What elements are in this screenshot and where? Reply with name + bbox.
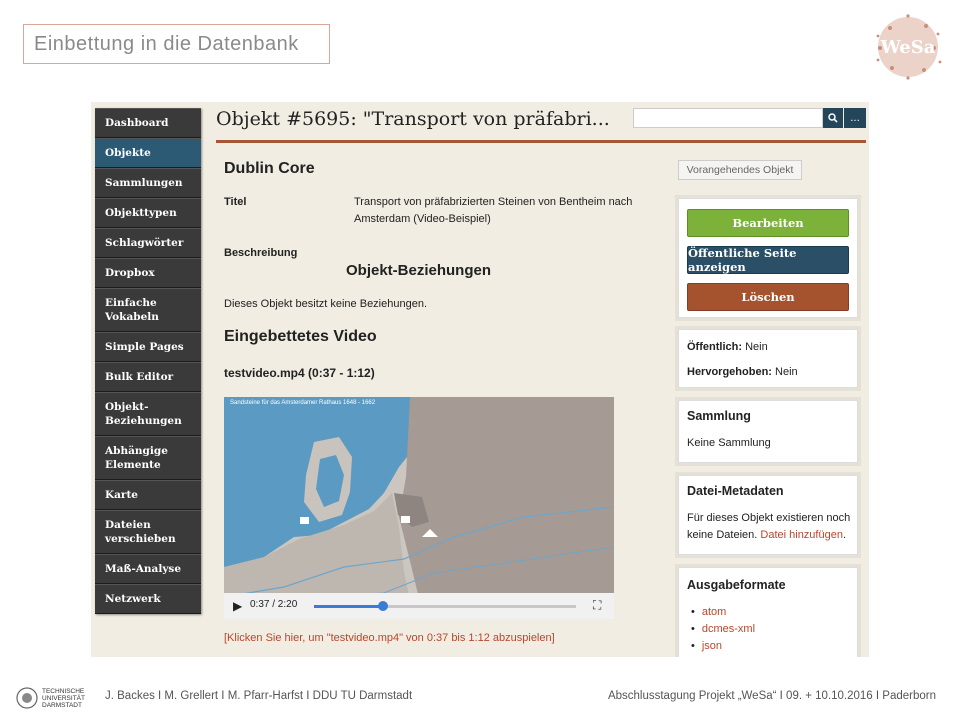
embedded-video-heading: Eingebettetes Video bbox=[224, 328, 377, 345]
search-options-button[interactable]: ... bbox=[844, 108, 866, 128]
add-file-link[interactable]: Datei hinzufügen bbox=[760, 529, 843, 541]
sidebar-item-objekttypen[interactable]: Objekttypen bbox=[95, 198, 201, 228]
title-divider bbox=[216, 140, 866, 143]
sidebar-item-simple-pages[interactable]: Simple Pages bbox=[95, 332, 201, 362]
tu-line-3: DARMSTADT bbox=[42, 701, 82, 709]
tu-darmstadt-logo: TECHNISCHE UNIVERSITÄT DARMSTADT bbox=[16, 682, 96, 714]
progress-handle[interactable] bbox=[378, 601, 388, 611]
video-controls: ▶ 0:37 / 2:20 ⛶ bbox=[224, 593, 614, 619]
relations-heading: Objekt-Beziehungen bbox=[346, 262, 492, 279]
featured-label: Hervorgehoben: bbox=[687, 366, 772, 378]
slide-title: Einbettung in die Datenbank bbox=[23, 24, 330, 64]
format-link-atom[interactable]: atom bbox=[691, 606, 726, 618]
fullscreen-icon[interactable]: ⛶ bbox=[593, 598, 601, 613]
tu-line-1: TECHNISCHE bbox=[42, 687, 85, 695]
sidebar-item-bulk-editor[interactable]: Bulk Editor bbox=[95, 362, 201, 392]
sidebar-item-sammlungen[interactable]: Sammlungen bbox=[95, 168, 201, 198]
video-player[interactable]: Sandsteine für das Amsterdamer Rathaus 1… bbox=[224, 397, 614, 619]
admin-sidebar: Dashboard Objekte Sammlungen Objekttypen… bbox=[95, 108, 201, 614]
video-time: 0:37 / 2:20 bbox=[250, 599, 298, 610]
footer-event: Abschlusstagung Projekt „WeSa“ I 09. + 1… bbox=[607, 690, 936, 702]
public-value: Nein bbox=[745, 341, 768, 353]
view-public-page-button[interactable]: Öffentliche Seite anzeigen bbox=[687, 246, 849, 274]
dublin-core-heading: Dublin Core bbox=[224, 160, 315, 177]
file-metadata-text: Für dieses Objekt existieren noch keine … bbox=[687, 512, 851, 541]
video-caption: Sandsteine für das Amsterdamer Rathaus 1… bbox=[230, 400, 376, 406]
relations-text: Dieses Objekt besitzt keine Beziehungen. bbox=[224, 298, 428, 310]
format-link-dcmes-xml[interactable]: dcmes-xml bbox=[691, 623, 755, 635]
actions-panel: Bearbeiten Öffentliche Seite anzeigen Lö… bbox=[678, 198, 858, 318]
status-panel: Öffentlich: Nein Hervorgehoben: Nein bbox=[678, 329, 858, 388]
sidebar-item-abhaengige-elemente[interactable]: Abhängige Elemente bbox=[95, 436, 201, 480]
play-icon[interactable]: ▶ bbox=[233, 599, 242, 613]
video-file-label: testvideo.mp4 (0:37 - 1:12) bbox=[224, 366, 375, 380]
search-input[interactable] bbox=[633, 108, 823, 128]
edit-button[interactable]: Bearbeiten bbox=[687, 209, 849, 237]
sidebar-item-objekte[interactable]: Objekte bbox=[95, 138, 201, 168]
map-video-frame bbox=[224, 397, 614, 619]
collection-panel: Sammlung Keine Sammlung bbox=[678, 400, 858, 463]
play-segment-link[interactable]: [Klicken Sie hier, um "testvideo.mp4" vo… bbox=[224, 632, 555, 644]
sidebar-item-dropbox[interactable]: Dropbox bbox=[95, 258, 201, 288]
sidebar-item-einfache-vokabeln[interactable]: Einfache Vokabeln bbox=[95, 288, 201, 332]
wesa-logo: WeSa bbox=[868, 8, 948, 86]
progress-fill bbox=[314, 605, 383, 608]
collection-value: Keine Sammlung bbox=[687, 437, 771, 449]
wesa-logo-text: WeSa bbox=[880, 37, 936, 58]
output-formats-panel: Ausgabeformate atom dcmes-xml json bbox=[678, 567, 858, 657]
delete-button[interactable]: Löschen bbox=[687, 283, 849, 311]
file-metadata-panel: Datei-Metadaten Für dieses Objekt existi… bbox=[678, 475, 858, 555]
sidebar-item-karte[interactable]: Karte bbox=[95, 480, 201, 510]
output-formats-title: Ausgabeformate bbox=[687, 578, 786, 592]
featured-status: Hervorgehoben: Nein bbox=[687, 364, 798, 381]
titel-label: Titel bbox=[224, 196, 247, 208]
file-metadata-title: Datei-Metadaten bbox=[687, 484, 784, 498]
previous-item-button[interactable]: Vorangehendes Objekt bbox=[678, 160, 802, 180]
search-button[interactable] bbox=[823, 108, 843, 128]
titel-value: Transport von präfabrizierten Steinen vo… bbox=[354, 196, 633, 225]
tu-line-2: UNIVERSITÄT bbox=[42, 694, 85, 702]
public-label: Öffentlich: bbox=[687, 341, 742, 353]
omeka-admin-screenshot: Dashboard Objekte Sammlungen Objekttypen… bbox=[91, 102, 869, 657]
format-link-json[interactable]: json bbox=[691, 640, 722, 652]
collection-title: Sammlung bbox=[687, 409, 751, 423]
featured-value: Nein bbox=[775, 366, 798, 378]
sidebar-item-mass-analyse[interactable]: Maß-Analyse bbox=[95, 554, 201, 584]
sidebar-item-netzwerk[interactable]: Netzwerk bbox=[95, 584, 201, 614]
sidebar-item-dashboard[interactable]: Dashboard bbox=[95, 108, 201, 138]
sidebar-item-dateien-verschieben[interactable]: Dateien verschieben bbox=[95, 510, 201, 554]
sidebar-item-schlagwoerter[interactable]: Schlagwörter bbox=[95, 228, 201, 258]
public-status: Öffentlich: Nein bbox=[687, 339, 768, 356]
page-title: Objekt #5695: "Transport von präfabri... bbox=[216, 108, 610, 130]
sidebar-item-objekt-beziehungen[interactable]: Objekt-Beziehungen bbox=[95, 392, 201, 436]
search-icon bbox=[828, 113, 838, 123]
beschreibung-label: Beschreibung bbox=[224, 247, 298, 259]
footer-authors: J. Backes I M. Grellert I M. Pfarr-Harfs… bbox=[105, 690, 413, 702]
